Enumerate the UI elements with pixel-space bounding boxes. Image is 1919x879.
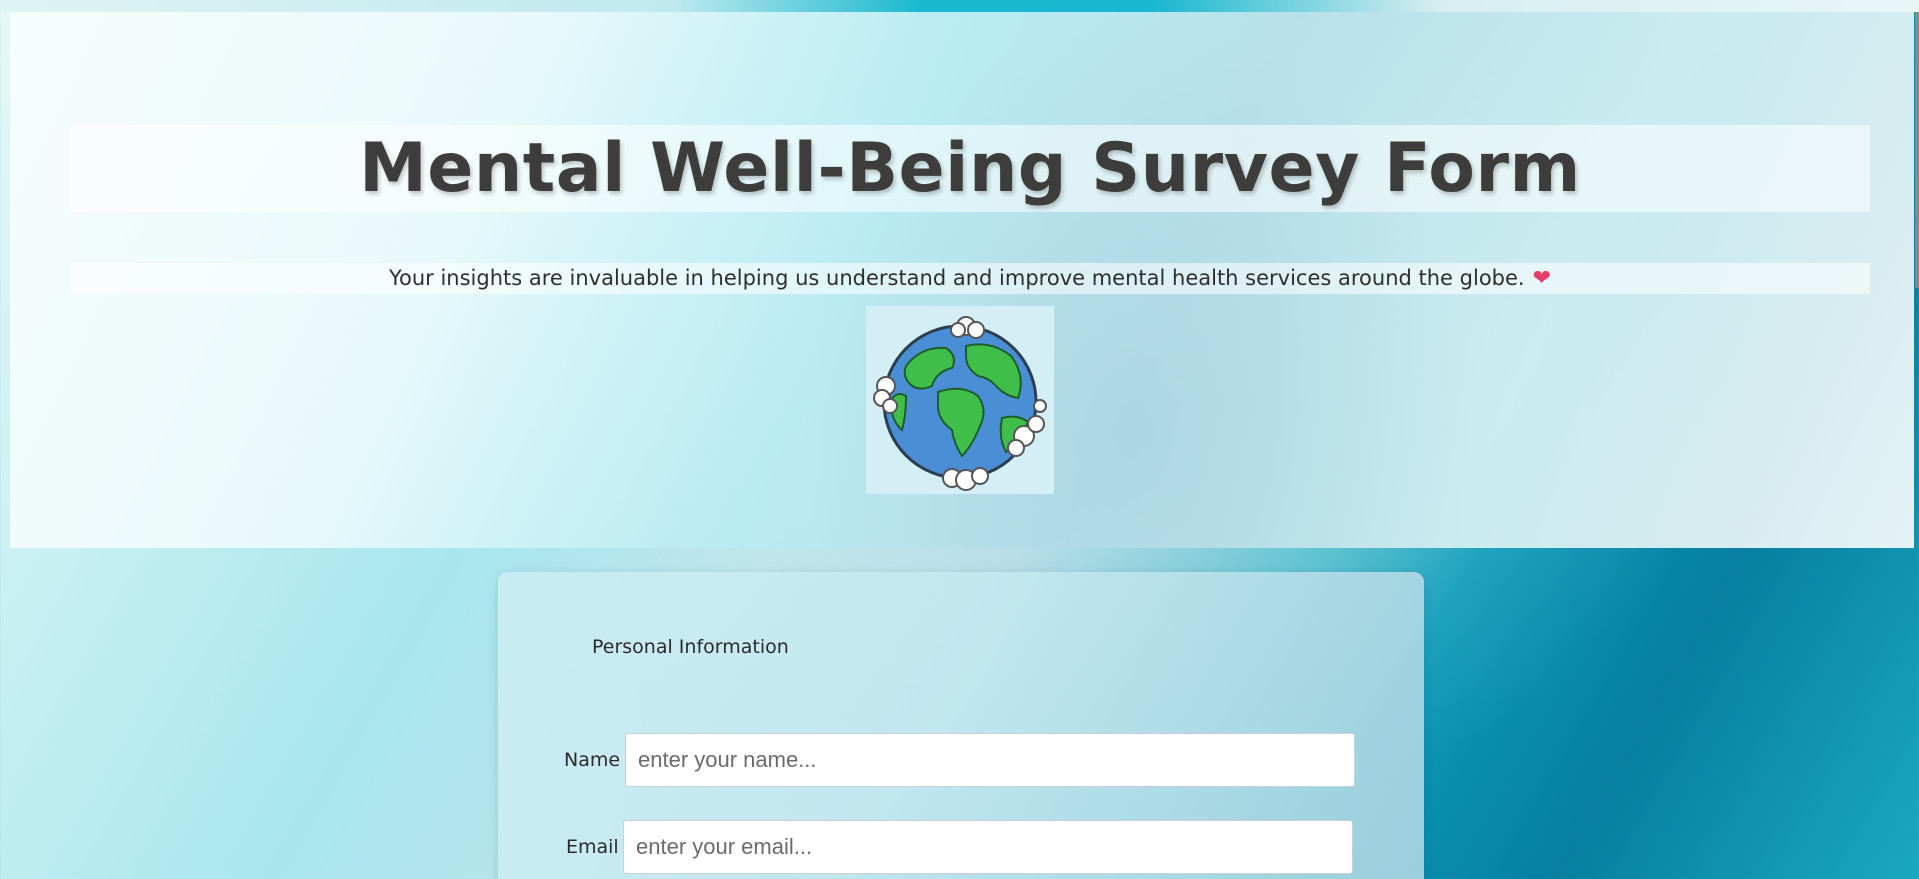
survey-form: Personal Information Name Email (498, 572, 1424, 879)
name-input[interactable] (625, 733, 1355, 787)
email-input[interactable] (623, 820, 1353, 874)
top-accent-bar (0, 0, 1919, 12)
page-scrollbar[interactable] (1915, 12, 1919, 288)
globe-icon (873, 316, 1047, 491)
page-subtitle: Your insights are invaluable in helping … (389, 266, 1551, 291)
name-label: Name (564, 749, 621, 771)
subtitle-band: Your insights are invaluable in helping … (70, 263, 1870, 294)
email-field-row: Email (498, 820, 1424, 876)
globe-image (866, 306, 1054, 494)
heart-icon: ❤ (1532, 266, 1552, 291)
page-title: Mental Well-Being Survey Form (359, 129, 1581, 208)
subtitle-text: Your insights are invaluable in helping … (388, 266, 1525, 290)
section-title-personal-info: Personal Information (592, 636, 789, 658)
name-field-row: Name (498, 733, 1424, 789)
email-label: Email (566, 836, 619, 858)
title-band: Mental Well-Being Survey Form (70, 125, 1870, 212)
